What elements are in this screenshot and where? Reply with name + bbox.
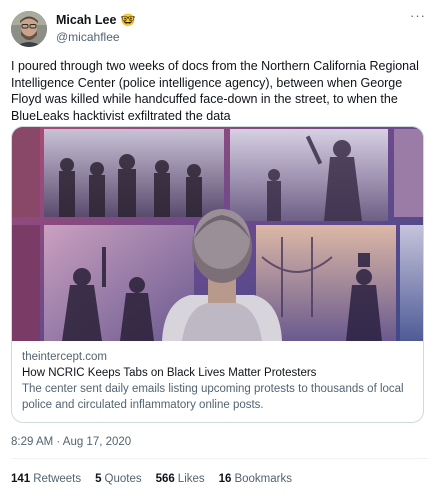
card-description: The center sent daily emails listing upc… [22,383,404,411]
avatar[interactable] [11,11,47,47]
bookmarks-stat[interactable]: 16 Bookmarks [219,473,292,485]
quotes-label: Quotes [104,473,142,485]
quotes-stat[interactable]: 5 Quotes [95,473,141,485]
quotes-count: 5 [95,473,102,485]
retweets-label: Retweets [33,473,82,485]
bookmarks-count: 16 [218,473,232,485]
likes-label: Likes [177,473,205,485]
name-row: Micah Lee 🤓 [56,13,135,27]
user-handle[interactable]: @micahflee [56,30,120,44]
nerd-face-emoji-icon: 🤓 [120,13,136,27]
display-name[interactable]: Micah Lee [56,13,116,27]
divider [11,458,429,459]
link-card[interactable]: theintercept.com How NCRIC Keeps Tabs on… [11,126,424,423]
card-image [12,127,423,341]
tweet-timestamp[interactable]: 8:29 AM · Aug 17, 2020 [11,436,131,448]
card-domain: theintercept.com [22,351,108,363]
likes-count: 566 [155,473,175,485]
likes-stat[interactable]: 566 Likes [156,473,205,485]
tweet-text: I poured through two weeks of docs from … [11,59,419,123]
card-title[interactable]: How NCRIC Keeps Tabs on Black Lives Matt… [22,365,417,381]
retweets-stat[interactable]: 141 Retweets [11,473,81,485]
card-body: theintercept.com How NCRIC Keeps Tabs on… [22,349,417,413]
retweets-count: 141 [11,473,31,485]
timestamp-link[interactable]: 8:29 AM · Aug 17, 2020 [11,436,131,448]
more-horizontal-icon[interactable]: ··· [410,8,426,23]
engagement-stats: 141 Retweets 5 Quotes 566 Likes 16 Bookmarks [11,473,292,485]
bookmarks-label: Bookmarks [234,473,292,485]
